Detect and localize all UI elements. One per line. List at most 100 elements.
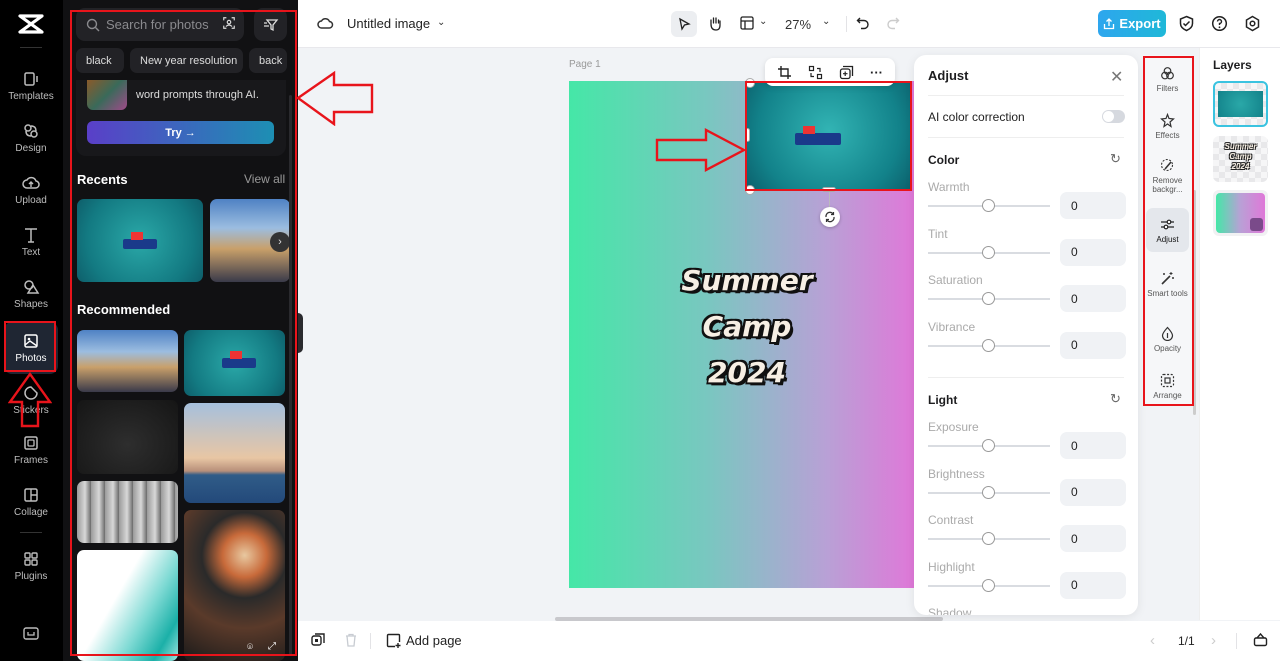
photo-stacked-cups[interactable]: [77, 481, 178, 543]
capcut-logo-icon[interactable]: [17, 13, 45, 35]
redo-icon[interactable]: [886, 16, 900, 30]
shadow-label: Shadow: [928, 606, 972, 615]
cloud-save-icon[interactable]: [317, 15, 334, 32]
light-section-title: Light: [928, 393, 958, 407]
color-reset-icon[interactable]: ↻: [1110, 151, 1121, 167]
photo-city-skyline[interactable]: [77, 330, 178, 392]
rail-item-frames[interactable]: Frames: [4, 424, 58, 476]
exposure-label: Exposure: [928, 420, 979, 434]
photo-teal-abstract[interactable]: [77, 550, 178, 661]
layer-background[interactable]: [1213, 190, 1268, 236]
document-title[interactable]: Untitled image: [347, 16, 430, 31]
select-tool-button[interactable]: [671, 11, 697, 37]
chip-back[interactable]: back: [249, 48, 287, 73]
highlight-slider-handle[interactable]: [982, 578, 995, 592]
tool-filters[interactable]: Filters: [1146, 57, 1189, 101]
tool-opacity[interactable]: Opacity: [1146, 317, 1189, 361]
rail-item-upload[interactable]: Upload: [4, 164, 58, 216]
view-all-link[interactable]: View all: [244, 172, 285, 186]
undo-icon[interactable]: [856, 16, 870, 30]
contrast-slider-handle[interactable]: [982, 532, 995, 545]
selected-boat-image[interactable]: [747, 83, 911, 189]
crop-icon[interactable]: [777, 65, 792, 80]
delete-page-icon[interactable]: [344, 633, 358, 647]
effects-star-icon: [1160, 112, 1175, 131]
brightness-slider-handle[interactable]: [982, 485, 995, 499]
photo-ramen[interactable]: ⌾ ⤢: [184, 510, 285, 661]
photo-dark-texture[interactable]: [77, 400, 178, 474]
light-reset-icon[interactable]: ↻: [1110, 391, 1121, 407]
vibrance-slider-handle[interactable]: [982, 338, 995, 352]
tool-arrange[interactable]: Arrange: [1146, 364, 1189, 408]
layout-icon[interactable]: [740, 16, 754, 30]
replace-icon[interactable]: [808, 65, 823, 80]
layer-title-text[interactable]: Summer Camp 2024: [1213, 136, 1268, 182]
zoom-level[interactable]: 27%: [785, 17, 811, 32]
warmth-value-input[interactable]: 0: [1060, 192, 1126, 219]
resize-handle[interactable]: [745, 185, 755, 195]
tint-label: Tint: [928, 226, 948, 241]
canvas-title-text[interactable]: Summer Camp 2024: [569, 258, 925, 396]
pages-panel-toggle-icon[interactable]: [1253, 632, 1268, 647]
tint-value-input[interactable]: 0: [1060, 238, 1126, 266]
rail-item-shapes[interactable]: Shapes: [4, 268, 58, 320]
add-page-button[interactable]: Add page: [386, 633, 462, 648]
contrast-value-input[interactable]: 0: [1060, 525, 1126, 552]
photo-new-york[interactable]: [184, 403, 285, 503]
export-button[interactable]: Export: [1098, 10, 1166, 37]
layout-chevron-down-icon[interactable]: ⌄: [759, 16, 767, 27]
tool-effects[interactable]: Effects: [1146, 104, 1189, 148]
resize-handle[interactable]: [745, 78, 755, 88]
panel-scrollbar[interactable]: [289, 95, 292, 655]
close-icon[interactable]: ✕: [1110, 67, 1123, 87]
highlight-value-input[interactable]: 0: [1060, 571, 1126, 599]
more-options-icon[interactable]: ···: [870, 65, 883, 80]
layer-boat-image[interactable]: [1213, 81, 1268, 127]
title-chevron-down-icon[interactable]: ⌄: [437, 17, 445, 28]
rail-item-collage[interactable]: Collage: [4, 476, 58, 528]
filter-button[interactable]: [254, 8, 287, 41]
chip-black[interactable]: black: [76, 48, 124, 73]
saturation-slider-handle[interactable]: [982, 292, 995, 305]
similar-search-icon[interactable]: ⌾: [247, 642, 253, 653]
vibrance-value-input[interactable]: 0: [1060, 331, 1126, 359]
zoom-chevron-down-icon[interactable]: ⌄: [822, 16, 830, 27]
duplicate-page-icon[interactable]: [311, 633, 325, 647]
settings-gear-icon[interactable]: [1244, 15, 1261, 32]
rotate-handle[interactable]: [820, 207, 840, 227]
tool-smart-tools[interactable]: Smart tools: [1146, 259, 1189, 309]
rail-item-design[interactable]: Design: [4, 112, 58, 164]
chip-new-year-resolution[interactable]: New year resolution: [130, 48, 243, 73]
ai-color-correction-toggle[interactable]: [1102, 110, 1125, 123]
recent-photo-boat[interactable]: [77, 199, 203, 282]
photo-boat[interactable]: [184, 330, 285, 396]
next-page-icon[interactable]: ›: [1211, 632, 1216, 649]
shield-check-icon[interactable]: [1178, 15, 1195, 32]
rail-item-photos[interactable]: Photos: [4, 322, 58, 374]
rail-item-plugins[interactable]: Plugins: [4, 540, 58, 592]
tool-remove-background[interactable]: Remove backgr...: [1146, 151, 1189, 201]
search-icon: [86, 18, 106, 32]
adjust-sliders-icon: [1160, 217, 1175, 235]
tool-adjust[interactable]: Adjust: [1146, 208, 1189, 252]
warmth-slider-handle[interactable]: [982, 199, 995, 212]
saturation-value-input[interactable]: 0: [1060, 285, 1126, 312]
collapse-panel-handle[interactable]: [298, 313, 303, 353]
brightness-value-input[interactable]: 0: [1060, 478, 1126, 506]
rail-item-templates[interactable]: Templates: [4, 60, 58, 112]
expand-icon[interactable]: ⤢: [268, 641, 276, 652]
tint-slider-handle[interactable]: [982, 245, 995, 259]
hand-tool-icon[interactable]: [707, 15, 723, 31]
help-icon[interactable]: [1211, 15, 1228, 32]
exposure-slider-handle[interactable]: [982, 439, 995, 452]
duplicate-icon[interactable]: [839, 65, 854, 80]
try-button[interactable]: Try →: [87, 121, 274, 144]
image-search-icon[interactable]: [222, 16, 242, 30]
rail-item-text[interactable]: Text: [4, 216, 58, 268]
prev-page-icon[interactable]: ‹: [1150, 632, 1155, 649]
keyboard-shortcuts-icon[interactable]: [22, 626, 40, 642]
tools-scrollbar[interactable]: [1193, 190, 1196, 415]
recents-next-button[interactable]: ›: [270, 232, 290, 252]
exposure-value-input[interactable]: 0: [1060, 432, 1126, 459]
photo-search-input[interactable]: Search for photos: [76, 8, 244, 41]
